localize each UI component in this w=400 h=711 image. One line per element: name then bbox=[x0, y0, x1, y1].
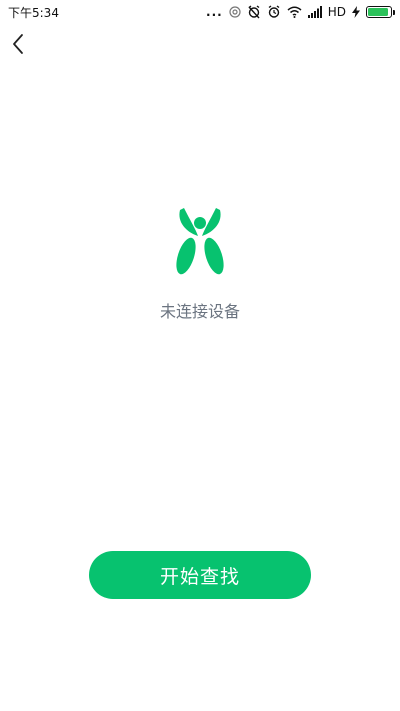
device-logo-icon bbox=[170, 206, 230, 278]
charging-icon bbox=[352, 6, 360, 18]
notification-dots: ... bbox=[206, 5, 223, 19]
wifi-icon bbox=[287, 6, 302, 18]
status-time: 下午5:34 bbox=[8, 5, 59, 20]
location-icon bbox=[229, 6, 241, 18]
connection-status-text: 未连接设备 bbox=[159, 302, 240, 321]
network-type-label: HD bbox=[327, 5, 346, 19]
battery-level-fill bbox=[368, 8, 389, 16]
alarm-off-icon bbox=[247, 5, 261, 19]
signal-icon bbox=[307, 6, 322, 18]
status-bar-left: 下午5:34 bbox=[8, 4, 59, 21]
battery-icon bbox=[366, 6, 395, 18]
status-bar: 下午5:34 ... HD bbox=[0, 0, 400, 24]
status-bar-right: ... HD bbox=[206, 5, 395, 19]
alarm-icon bbox=[267, 5, 281, 19]
start-search-button[interactable]: 开始查找 bbox=[89, 551, 311, 599]
back-button[interactable] bbox=[4, 32, 32, 60]
chevron-left-icon bbox=[11, 33, 25, 59]
